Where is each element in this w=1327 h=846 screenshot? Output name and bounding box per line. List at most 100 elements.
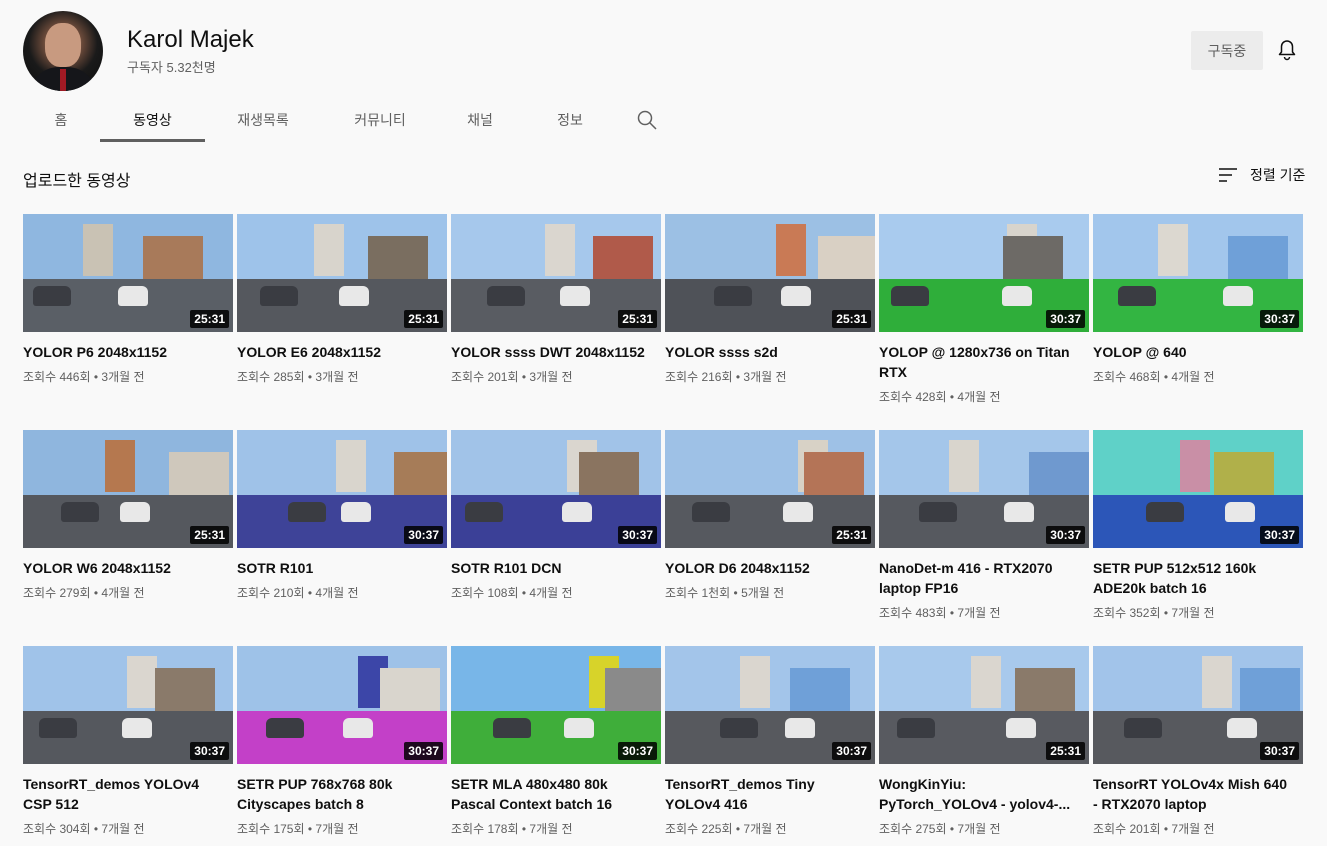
video-meta: 조회수 178회 • 7개월 전	[451, 820, 661, 837]
thumb-car	[1118, 286, 1156, 306]
video-thumbnail[interactable]: 30:37	[879, 430, 1089, 548]
video-thumbnail[interactable]: 30:37	[665, 646, 875, 764]
upload-age: 4개월 전	[529, 586, 573, 600]
video-thumbnail[interactable]: 30:37	[237, 646, 447, 764]
video-meta: 조회수 428회 • 4개월 전	[879, 388, 1089, 405]
video-duration: 30:37	[1046, 526, 1085, 544]
view-count: 조회수 428회	[879, 390, 947, 404]
video-card[interactable]: 30:37 TensorRT_demos Tiny YOLOv4 416 조회수 2…	[665, 646, 875, 846]
video-title[interactable]: YOLOR P6 2048x1152	[23, 342, 233, 362]
tab-4[interactable]: 채널	[439, 98, 521, 142]
view-count: 조회수 304회	[23, 822, 91, 836]
video-card[interactable]: 25:31 YOLOR ssss s2d 조회수 216회 • 3개월 전	[665, 214, 875, 430]
sort-button[interactable]: 정렬 기준	[1218, 165, 1305, 185]
video-card[interactable]: 25:31 YOLOR D6 2048x1152 조회수 1천회 • 5개월 전	[665, 430, 875, 646]
video-title[interactable]: TensorRT_demos Tiny YOLOv4 416	[665, 774, 875, 814]
view-count: 조회수 175회	[237, 822, 305, 836]
video-duration: 25:31	[190, 310, 229, 328]
video-thumbnail[interactable]: 25:31	[23, 430, 233, 548]
video-card[interactable]: 25:31 YOLOR P6 2048x1152 조회수 446회 • 3개월 전	[23, 214, 233, 430]
thumb-building	[1029, 452, 1089, 497]
tab-5[interactable]: 정보	[521, 98, 619, 142]
thumb-car	[339, 286, 369, 306]
video-thumbnail[interactable]: 30:37	[23, 646, 233, 764]
channel-search-button[interactable]	[619, 98, 675, 142]
video-title[interactable]: TensorRT YOLOv4x Mish 640 - RTX2070 lapt…	[1093, 774, 1303, 814]
video-thumbnail[interactable]: 30:37	[879, 214, 1089, 332]
video-card[interactable]: 25:31 YOLOR E6 2048x1152 조회수 285회 • 3개월 전	[237, 214, 447, 430]
video-title[interactable]: YOLOR E6 2048x1152	[237, 342, 447, 362]
video-title[interactable]: SOTR R101 DCN	[451, 558, 661, 578]
tab-0[interactable]: 홈	[22, 98, 100, 142]
video-thumbnail[interactable]: 30:37	[1093, 646, 1303, 764]
video-grid: 25:31 YOLOR P6 2048x1152 조회수 446회 • 3개월 전2…	[23, 214, 1303, 846]
video-card[interactable]: 30:37 SOTR R101 DCN 조회수 108회 • 4개월 전	[451, 430, 661, 646]
video-thumbnail[interactable]: 30:37	[1093, 430, 1303, 548]
video-thumbnail[interactable]: 30:37	[451, 430, 661, 548]
video-thumbnail[interactable]: 30:37	[451, 646, 661, 764]
thumb-building	[790, 668, 850, 713]
thumb-building	[169, 452, 229, 497]
tab-2[interactable]: 재생목록	[205, 98, 321, 142]
video-card[interactable]: 30:37 SETR MLA 480x480 80k Pascal Context…	[451, 646, 661, 846]
video-meta: 조회수 216회 • 3개월 전	[665, 368, 875, 385]
bell-icon[interactable]	[1275, 38, 1299, 62]
thumb-building	[1003, 236, 1063, 281]
upload-age: 5개월 전	[741, 586, 785, 600]
thumb-building	[593, 236, 653, 281]
video-title[interactable]: SETR PUP 768x768 80k Cityscapes batch 8	[237, 774, 447, 814]
video-card[interactable]: 25:31 YOLOR W6 2048x1152 조회수 279회 • 4개월 전	[23, 430, 233, 646]
view-count: 조회수 1천회	[665, 586, 731, 600]
meta-separator: •	[90, 370, 102, 384]
video-thumbnail[interactable]: 25:31	[665, 214, 875, 332]
thumb-car	[562, 502, 592, 522]
video-card[interactable]: 30:37 TensorRT YOLOv4x Mish 640 - RTX2070…	[1093, 646, 1303, 846]
sort-icon	[1219, 168, 1237, 182]
subscribed-button[interactable]: 구독중	[1191, 31, 1263, 70]
video-card[interactable]: 30:37 YOLOP @ 1280x736 on Titan RTX 조회수 42…	[879, 214, 1089, 430]
video-title[interactable]: SETR MLA 480x480 80k Pascal Context batc…	[451, 774, 661, 814]
video-card[interactable]: 30:37 SETR PUP 768x768 80k Cityscapes bat…	[237, 646, 447, 846]
tab-3[interactable]: 커뮤니티	[321, 98, 439, 142]
video-title[interactable]: YOLOP @ 1280x736 on Titan RTX	[879, 342, 1089, 382]
upload-age: 3개월 전	[529, 370, 573, 384]
video-title[interactable]: YOLOR ssss s2d	[665, 342, 875, 362]
upload-age: 7개월 전	[957, 606, 1001, 620]
video-card[interactable]: 30:37 YOLOP @ 640 조회수 468회 • 4개월 전	[1093, 214, 1303, 430]
video-card[interactable]: 30:37 NanoDet-m 416 - RTX2070 laptop FP16…	[879, 430, 1089, 646]
tab-1[interactable]: 동영상	[100, 98, 205, 142]
video-title[interactable]: WongKinYiu: PyTorch_YOLOv4 - yolov4-...	[879, 774, 1089, 814]
video-thumbnail[interactable]: 30:37	[237, 430, 447, 548]
search-icon	[637, 110, 657, 130]
video-title[interactable]: SETR PUP 512x512 160k ADE20k batch 16	[1093, 558, 1303, 598]
video-card[interactable]: 30:37 TensorRT_demos YOLOv4 CSP 512 조회수 30…	[23, 646, 233, 846]
video-title[interactable]: TensorRT_demos YOLOv4 CSP 512	[23, 774, 233, 814]
video-duration: 30:37	[1260, 526, 1299, 544]
video-thumbnail[interactable]: 25:31	[451, 214, 661, 332]
video-title[interactable]: YOLOR W6 2048x1152	[23, 558, 233, 578]
channel-avatar[interactable]	[23, 11, 103, 91]
view-count: 조회수 216회	[665, 370, 733, 384]
video-thumbnail[interactable]: 25:31	[665, 430, 875, 548]
video-thumbnail[interactable]: 25:31	[879, 646, 1089, 764]
video-thumbnail[interactable]: 25:31	[237, 214, 447, 332]
video-title[interactable]: NanoDet-m 416 - RTX2070 laptop FP16	[879, 558, 1089, 598]
video-card[interactable]: 25:31 WongKinYiu: PyTorch_YOLOv4 - yolov4…	[879, 646, 1089, 846]
thumb-building	[83, 224, 113, 276]
avatar-tie	[60, 69, 66, 91]
thumb-building	[1180, 440, 1210, 492]
video-duration: 30:37	[1260, 742, 1299, 760]
video-card[interactable]: 30:37 SOTR R101 조회수 210회 • 4개월 전	[237, 430, 447, 646]
video-title[interactable]: YOLOP @ 640	[1093, 342, 1303, 362]
video-card[interactable]: 25:31 YOLOR ssss DWT 2048x1152 조회수 201회 • …	[451, 214, 661, 430]
video-card[interactable]: 30:37 SETR PUP 512x512 160k ADE20k batch …	[1093, 430, 1303, 646]
video-title[interactable]: YOLOR ssss DWT 2048x1152	[451, 342, 661, 362]
video-duration: 25:31	[832, 310, 871, 328]
video-meta: 조회수 201회 • 3개월 전	[451, 368, 661, 385]
thumb-car	[120, 502, 150, 522]
avatar-face	[45, 23, 81, 67]
video-title[interactable]: SOTR R101	[237, 558, 447, 578]
video-thumbnail[interactable]: 25:31	[23, 214, 233, 332]
video-thumbnail[interactable]: 30:37	[1093, 214, 1303, 332]
video-title[interactable]: YOLOR D6 2048x1152	[665, 558, 875, 578]
